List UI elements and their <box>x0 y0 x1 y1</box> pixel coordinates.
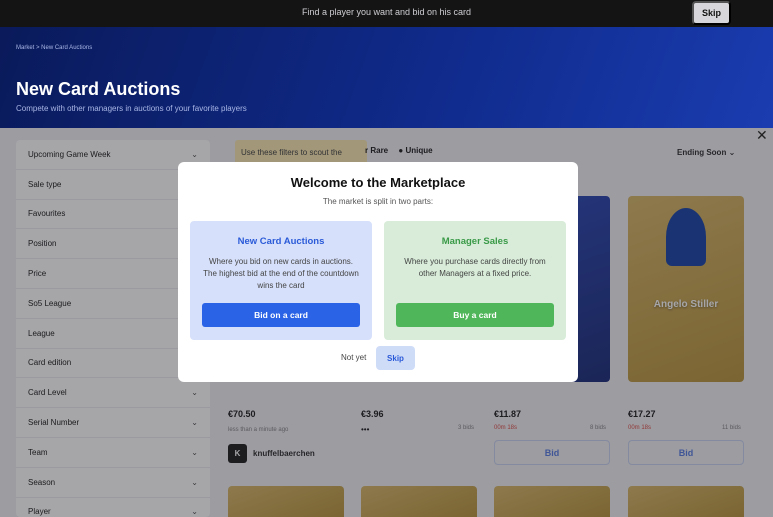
auctions-title: New Card Auctions <box>237 236 325 247</box>
manager-sales-description: Where you purchase cards directly from o… <box>404 257 546 278</box>
buy-card-button[interactable]: Buy a card <box>396 303 554 327</box>
not-yet-link[interactable]: Not yet <box>341 353 366 362</box>
bid-on-card-button[interactable]: Bid on a card <box>202 303 360 327</box>
page-subtitle: Compete with other managers in auctions … <box>16 104 247 113</box>
hero-header: Market > New Card Auctions New Card Auct… <box>0 27 773 128</box>
onboarding-banner: Find a player you want and bid on his ca… <box>0 0 773 27</box>
auctions-panel: New Card Auctions Where you bid on new c… <box>190 221 372 340</box>
page-title: New Card Auctions <box>16 79 181 99</box>
auctions-description: Where you bid on new cards in auctions. … <box>203 257 359 290</box>
manager-sales-title: Manager Sales <box>441 236 509 247</box>
banner-message: Find a player you want and bid on his ca… <box>301 7 472 17</box>
breadcrumb[interactable]: Market > New Card Auctions <box>16 45 92 51</box>
modal-lead: The market is split in two parts: <box>322 197 434 206</box>
manager-sales-panel: Manager Sales Where you purchase cards d… <box>384 221 566 340</box>
modal-title: Welcome to the Marketplace <box>290 175 466 190</box>
modal-skip-button[interactable]: Skip <box>376 346 415 370</box>
banner-skip-button[interactable]: Skip <box>692 1 731 25</box>
close-icon[interactable]: ✕ <box>756 127 768 144</box>
welcome-modal: Welcome to the Marketplace The market is… <box>178 162 578 382</box>
